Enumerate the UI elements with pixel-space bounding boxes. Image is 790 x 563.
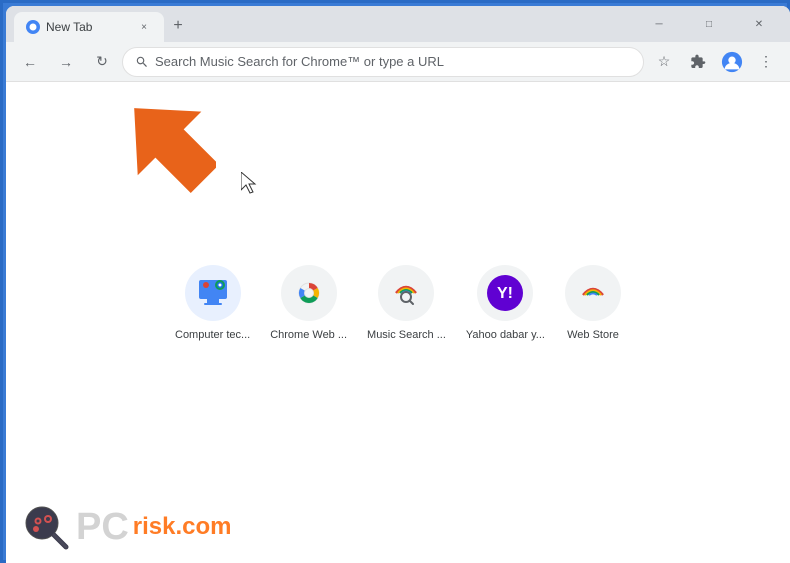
maximize-button[interactable]: □: [686, 14, 732, 34]
web-store-svg: [575, 275, 611, 311]
web-store-icon: [565, 265, 621, 321]
reload-button[interactable]: ↻: [86, 46, 118, 78]
pcrisk-pc-text: PC: [76, 508, 129, 546]
close-button[interactable]: ✕: [736, 14, 782, 34]
menu-button[interactable]: ⋮: [750, 46, 782, 78]
pcrisk-text-logo: PC risk.com: [76, 508, 232, 546]
bookmark-button[interactable]: ☆: [648, 46, 680, 78]
profile-button[interactable]: [716, 46, 748, 78]
pcrisk-watermark: PC risk.com: [22, 503, 232, 551]
shortcut-yahoo[interactable]: Y! Yahoo dabar y...: [466, 265, 545, 341]
yahoo-svg: Y!: [487, 275, 523, 311]
shortcuts-grid: Computer tec...: [175, 265, 621, 341]
pcrisk-logo-icon: [22, 503, 70, 551]
chrome-web-icon: [281, 265, 337, 321]
mouse-cursor: [241, 172, 261, 199]
address-bar-text: Search Music Search for Chrome™ or type …: [155, 54, 631, 69]
yahoo-icon: Y!: [477, 265, 533, 321]
address-bar[interactable]: Search Music Search for Chrome™ or type …: [122, 47, 644, 77]
search-icon: [135, 55, 149, 69]
window-controls: ─ □ ✕: [636, 14, 782, 34]
music-search-icon: [378, 265, 434, 321]
shortcut-label-music-search: Music Search ...: [367, 329, 446, 341]
profile-icon: [721, 51, 743, 73]
shortcut-music-search[interactable]: Music Search ...: [367, 265, 446, 341]
extensions-icon: [690, 54, 706, 70]
arrow-svg: [116, 92, 216, 202]
tab-title: New Tab: [46, 20, 92, 34]
main-content: Computer tec...: [6, 82, 790, 563]
music-search-svg: [388, 275, 424, 311]
tab-favicon: [26, 20, 40, 34]
extension-button[interactable]: [682, 46, 714, 78]
computer-tech-icon: [185, 265, 241, 321]
computer-tech-svg: [194, 274, 232, 312]
back-button[interactable]: ←: [14, 46, 46, 78]
browser-window: New Tab × + ─ □ ✕ ← → ↻ Search Music Sea…: [6, 6, 790, 563]
shortcut-label-chrome-web: Chrome Web ...: [270, 329, 347, 341]
minimize-button[interactable]: ─: [636, 14, 682, 34]
active-tab[interactable]: New Tab ×: [14, 12, 164, 42]
browser-toolbar: ← → ↻ Search Music Search for Chrome™ or…: [6, 42, 790, 82]
title-bar: New Tab × + ─ □ ✕: [6, 6, 790, 42]
chrome-web-svg: [291, 275, 327, 311]
tab-close-button[interactable]: ×: [136, 19, 152, 35]
forward-button[interactable]: →: [50, 46, 82, 78]
shortcut-web-store[interactable]: Web Store: [565, 265, 621, 341]
shortcut-computer-tech[interactable]: Computer tec...: [175, 265, 250, 341]
shortcut-label-computer-tech: Computer tec...: [175, 329, 250, 341]
pcrisk-risk-text: risk.com: [133, 513, 232, 541]
new-tab-button[interactable]: +: [164, 12, 192, 40]
shortcut-label-yahoo: Yahoo dabar y...: [466, 329, 545, 341]
shortcut-chrome-web[interactable]: Chrome Web ...: [270, 265, 347, 341]
svg-text:Y!: Y!: [497, 285, 513, 302]
toolbar-icons: ☆ ⋮: [648, 46, 782, 78]
shortcut-label-web-store: Web Store: [567, 329, 619, 341]
cursor-icon: [241, 172, 261, 194]
